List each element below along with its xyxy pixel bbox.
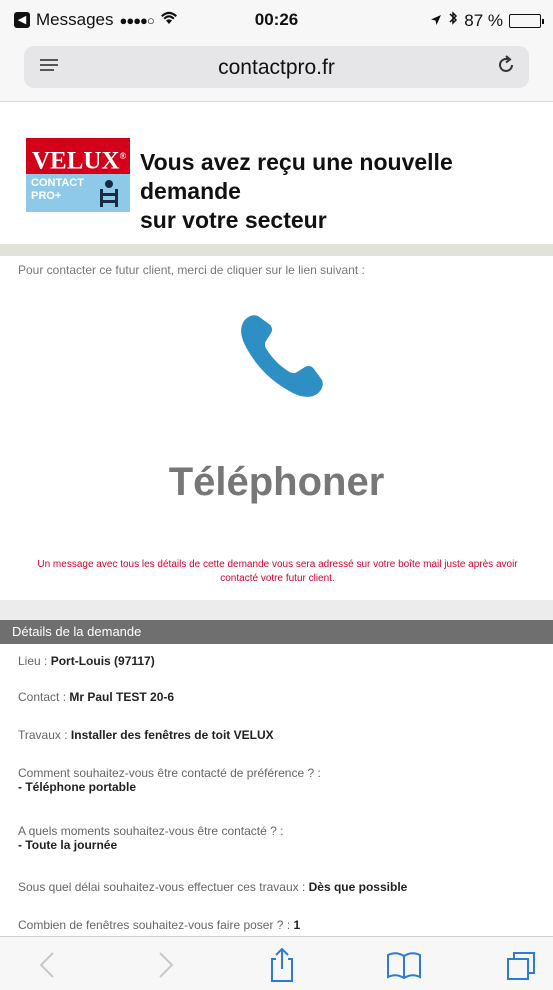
logo-contact-pro: CONTACT PRO+: [26, 174, 130, 212]
tabs-icon[interactable]: [502, 947, 542, 983]
detail-row-contact-time: A quels moments souhaitez-vous être cont…: [18, 824, 284, 852]
browser-toolbar: contactpro.fr: [0, 40, 553, 102]
velux-contact-pro-logo: VELUX® CONTACT PRO+: [26, 138, 130, 212]
installer-ladder-icon: [94, 178, 124, 215]
reload-icon[interactable]: [495, 54, 517, 82]
logo-sub-text: CONTACT PRO+: [31, 177, 84, 202]
bookmarks-icon[interactable]: [384, 947, 424, 983]
notice-text: Un message avec tous les détails de cett…: [37, 559, 518, 584]
detail-row-contact: Contact : Mr Paul TEST 20-6: [18, 690, 175, 704]
intro-text: Pour contacter ce futur client, merci de…: [18, 263, 365, 277]
share-icon[interactable]: [262, 947, 302, 983]
divider-band-2: [0, 600, 553, 620]
back-button[interactable]: [28, 947, 68, 983]
call-link[interactable]: Téléphoner: [0, 460, 553, 505]
divider-band: [0, 244, 553, 256]
detail-row-delay: Sous quel délai souhaitez-vous effectuer…: [18, 880, 408, 894]
logo-velux: VELUX®: [26, 138, 130, 174]
detail-row-contact-method: Comment souhaitez-vous être contacté de …: [18, 766, 321, 794]
detail-row-travaux: Travaux : Installer des fenêtres de toit…: [18, 728, 274, 742]
status-bar: ◀ Messages ●●●●○ 00:26 87 %: [0, 0, 553, 40]
page-header: VELUX® CONTACT PRO+ Vous avez reçu une n…: [0, 104, 553, 244]
url-text[interactable]: contactpro.fr: [24, 56, 529, 80]
address-bar[interactable]: contactpro.fr: [24, 46, 529, 88]
forward-button[interactable]: [145, 947, 185, 983]
status-right: 87 %: [430, 10, 544, 31]
battery-icon: [509, 13, 544, 28]
bottom-toolbar: [0, 936, 553, 990]
detail-row-lieu: Lieu : Port-Louis (97117): [18, 654, 155, 668]
battery-percent: 87 %: [464, 10, 503, 30]
bluetooth-icon: [448, 10, 458, 31]
details-header: Détails de la demande: [0, 620, 553, 644]
location-arrow-icon: [430, 11, 442, 31]
page-title: Vous avez reçu une nouvelle demande sur …: [140, 149, 453, 233]
detail-row-window-count: Combien de fenêtres souhaitez-vous faire…: [18, 918, 301, 932]
phone-icon[interactable]: [236, 310, 328, 402]
